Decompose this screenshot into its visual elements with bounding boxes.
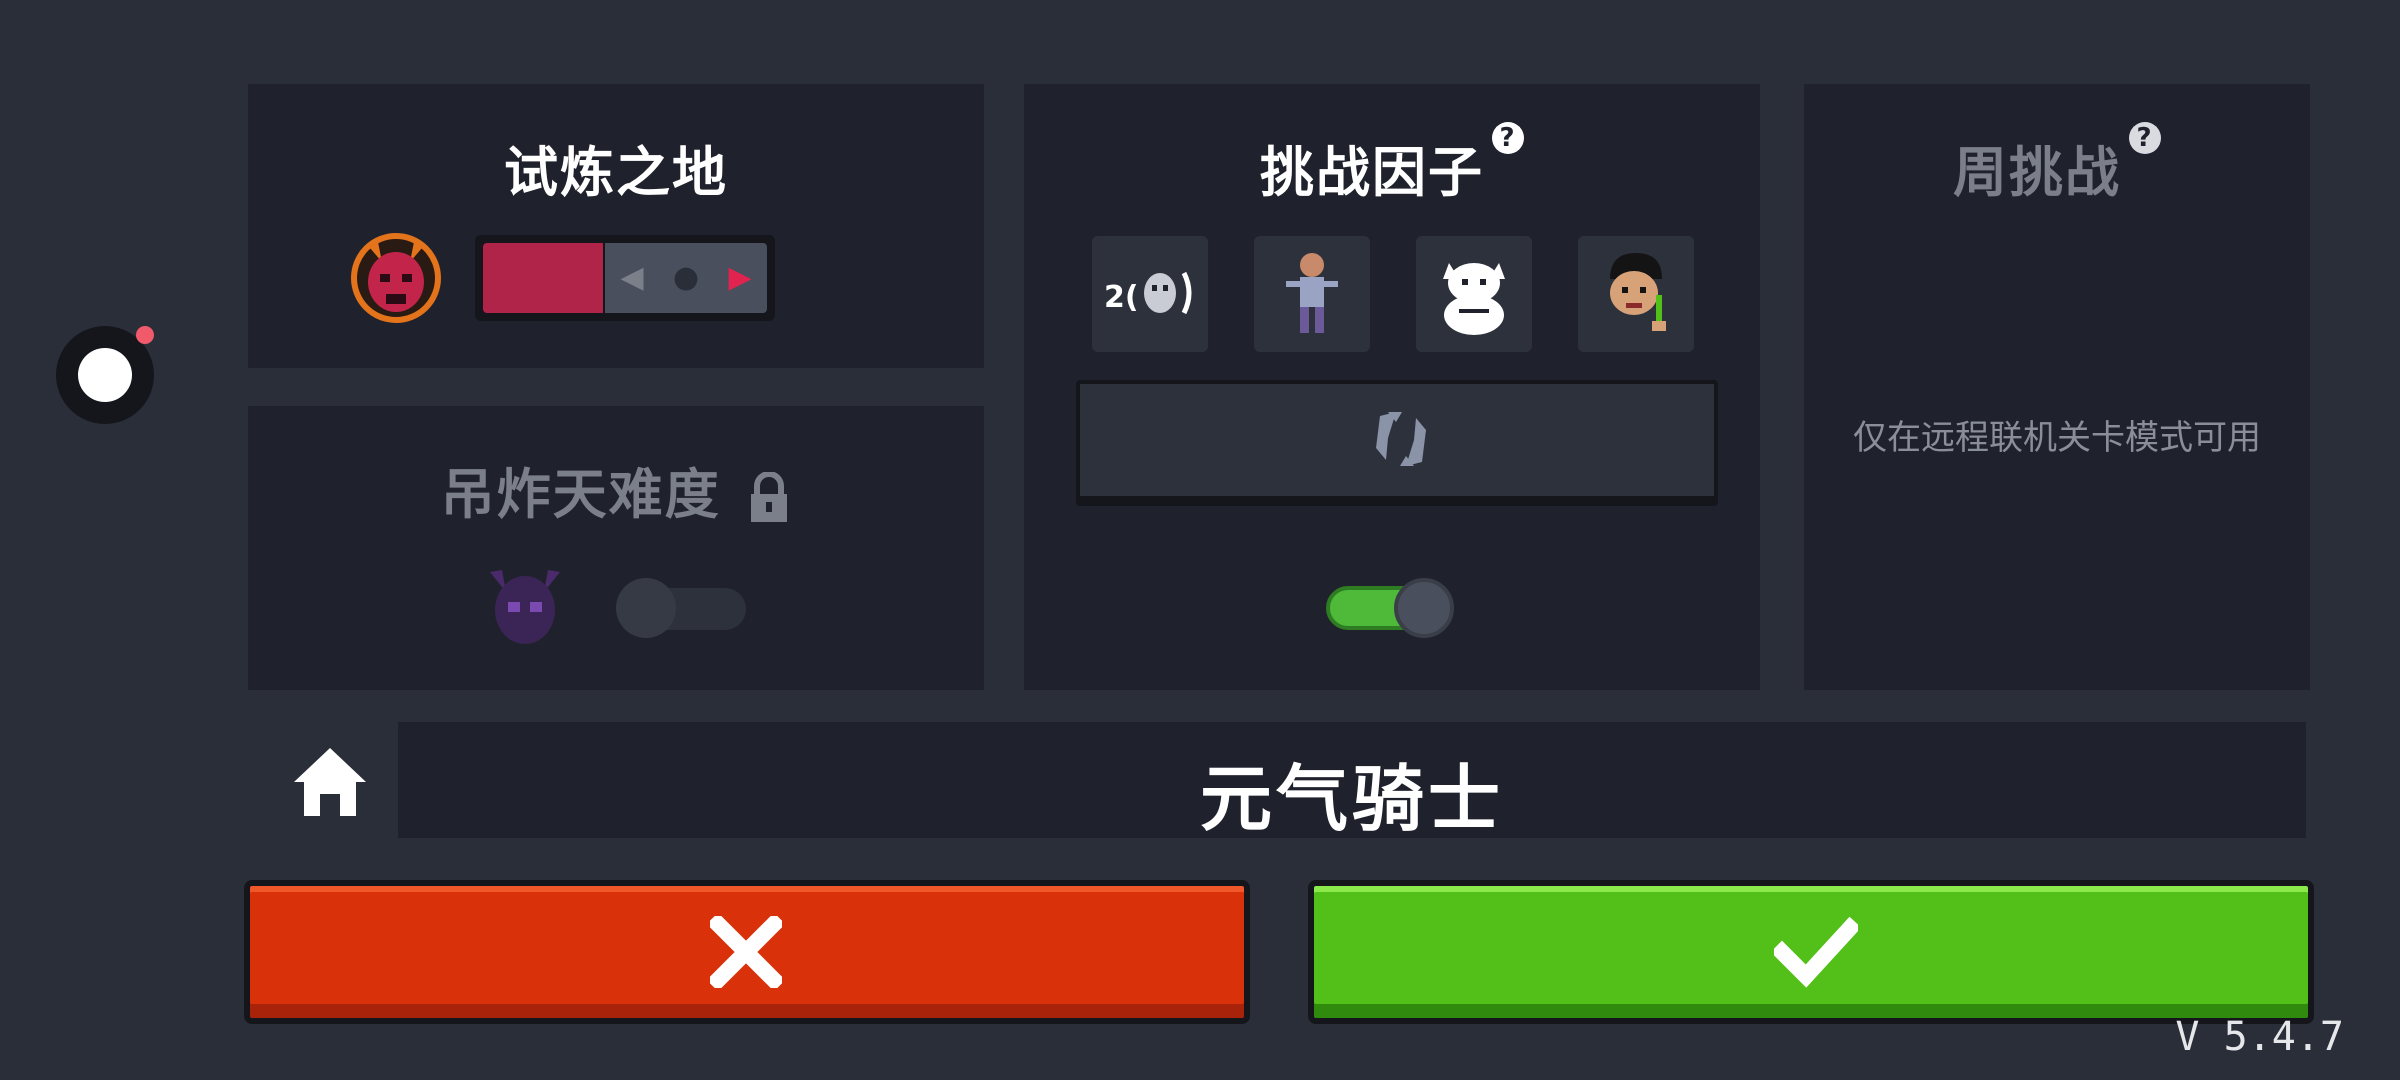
close-icon (710, 916, 782, 988)
stepper-left-arrow-icon[interactable]: ◀ (605, 243, 659, 313)
stepper-center-dot-icon: ● (672, 260, 700, 295)
badass-toggle[interactable] (616, 578, 746, 638)
weekly-title: 周挑战? (1804, 122, 2310, 207)
badass-toggle-knob (616, 578, 676, 638)
trial-level-stepper[interactable]: ◀ ● ▶ (475, 235, 775, 321)
notification-dot (136, 326, 154, 344)
ghost-double-icon: 2( (1104, 271, 1192, 315)
dark-demon-icon (490, 570, 560, 644)
trial-panel: 试炼之地 (248, 84, 984, 368)
refresh-icon (1376, 412, 1426, 466)
badass-title: 吊炸天难度 (248, 450, 984, 529)
weekly-panel: 周挑战? 仅在远程联机关卡模式可用 (1804, 84, 2310, 690)
stepper-controls: ◀ ● ▶ (605, 243, 767, 313)
confirm-button[interactable] (1308, 880, 2314, 1024)
trial-title: 试炼之地 (504, 141, 728, 204)
weekly-notice: 仅在远程联机关卡模式可用 (1853, 418, 2261, 458)
trial-level-fill (483, 243, 603, 313)
factors-toggle[interactable] (1326, 578, 1456, 638)
white-cat-icon (1443, 263, 1505, 335)
weekly-title-text: 周挑战 (1953, 141, 2121, 204)
badass-title-text: 吊炸天难度 (440, 463, 721, 526)
badass-panel: 吊炸天难度 (248, 406, 984, 690)
checkmark-icon (1774, 916, 1858, 988)
floating-assistant-button[interactable] (56, 326, 154, 424)
factor-1-label: 2( (1104, 280, 1139, 315)
factor-slot-2[interactable] (1254, 236, 1370, 352)
refresh-factors-button[interactable] (1076, 380, 1718, 500)
ninja-warrior-icon (1286, 253, 1338, 333)
game-name-text: 元气骑士 (1199, 757, 1504, 841)
factors-toggle-knob (1394, 578, 1454, 638)
stepper-right-arrow-icon[interactable]: ▶ (713, 243, 767, 313)
home-icon[interactable] (290, 742, 370, 822)
lock-icon (751, 471, 788, 523)
factors-title: 挑战因子? (1024, 122, 1760, 207)
demon-mask-icon (351, 233, 441, 323)
factors-help-icon[interactable]: ? (1492, 122, 1524, 154)
factor-slot-3[interactable] (1416, 236, 1532, 352)
weekly-help-icon[interactable]: ? (2129, 122, 2161, 154)
version-label: V 5.4.7 (2175, 1014, 2344, 1060)
assistant-circle-icon (78, 348, 132, 402)
factors-title-text: 挑战因子 (1260, 141, 1484, 204)
chef-character-icon (1610, 253, 1666, 331)
factor-slot-1[interactable]: 2( (1092, 236, 1208, 352)
cancel-button[interactable] (244, 880, 1250, 1024)
game-name-bar: 元气骑士 (398, 722, 2306, 841)
factor-slot-4[interactable] (1578, 236, 1694, 352)
